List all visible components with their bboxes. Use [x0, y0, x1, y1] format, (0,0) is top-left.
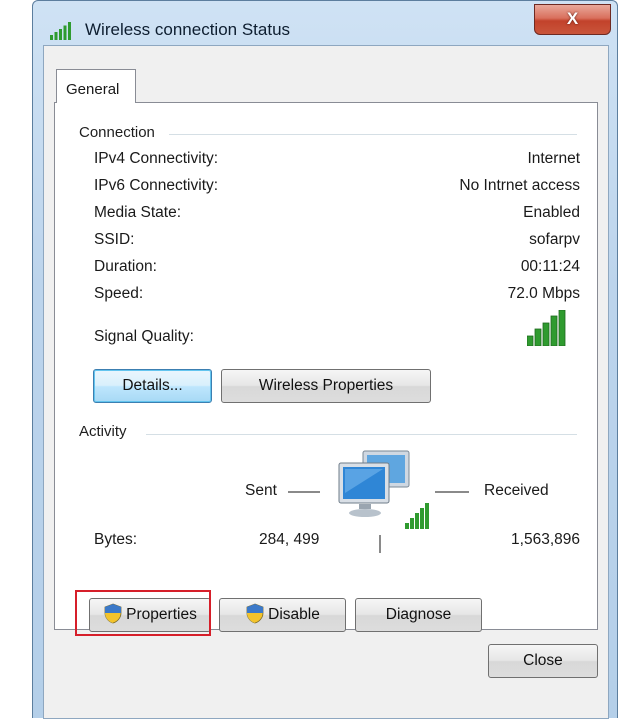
media-state-label: Media State: — [94, 204, 182, 221]
speed-value: 72.0 Mbps — [507, 285, 580, 302]
bytes-sent-value: 284, 499 — [259, 531, 320, 548]
sent-label: Sent — [245, 482, 277, 499]
ipv6-label: IPv6 Connectivity: — [94, 177, 219, 194]
diagnose-button[interactable]: Diagnose — [355, 598, 482, 632]
activity-divider — [379, 535, 381, 553]
activity-group-divider — [146, 434, 577, 436]
connection-group-divider — [169, 134, 577, 136]
properties-highlight-box — [75, 590, 211, 636]
speed-label: Speed: — [94, 285, 144, 302]
signal-quality-label: Signal Quality: — [94, 328, 194, 345]
activity-group-title: Activity — [79, 423, 135, 440]
bytes-received-value: 1,563,896 — [511, 531, 580, 548]
details-button[interactable]: Details... — [93, 369, 212, 403]
disable-button-label: Disable — [268, 606, 320, 623]
ssid-label: SSID: — [94, 231, 135, 248]
ssid-value: sofarpv — [529, 231, 580, 248]
uac-shield-icon — [246, 603, 264, 624]
received-label: Received — [484, 482, 549, 499]
general-tab-panel: Connection IPv4 Connectivity: Internet I… — [54, 102, 598, 632]
ipv4-label: IPv4 Connectivity: — [94, 150, 219, 167]
close-button[interactable]: Close — [488, 644, 598, 678]
media-state-value: Enabled — [523, 204, 580, 221]
connection-group-title: Connection — [79, 124, 163, 141]
title-bar[interactable]: Wireless connection Status X — [33, 1, 617, 41]
signal-bars-icon — [50, 22, 71, 40]
close-icon: X — [566, 9, 579, 28]
ipv4-value: Internet — [527, 150, 580, 167]
received-connector-line — [435, 491, 469, 493]
sent-connector-line — [288, 491, 320, 493]
tab-general[interactable]: General — [56, 69, 136, 103]
disable-button[interactable]: Disable — [219, 598, 346, 632]
duration-value: 00:11:24 — [520, 258, 580, 275]
window-close-button[interactable]: X — [534, 4, 611, 35]
wireless-properties-button[interactable]: Wireless Properties — [221, 369, 431, 403]
ipv6-value: No Intrnet access — [459, 177, 580, 194]
signal-quality-icon — [527, 310, 566, 346]
network-computers-icon — [338, 450, 429, 529]
bytes-label: Bytes: — [94, 531, 138, 548]
duration-label: Duration: — [94, 258, 157, 275]
window-title: Wireless connection Status — [85, 20, 291, 39]
